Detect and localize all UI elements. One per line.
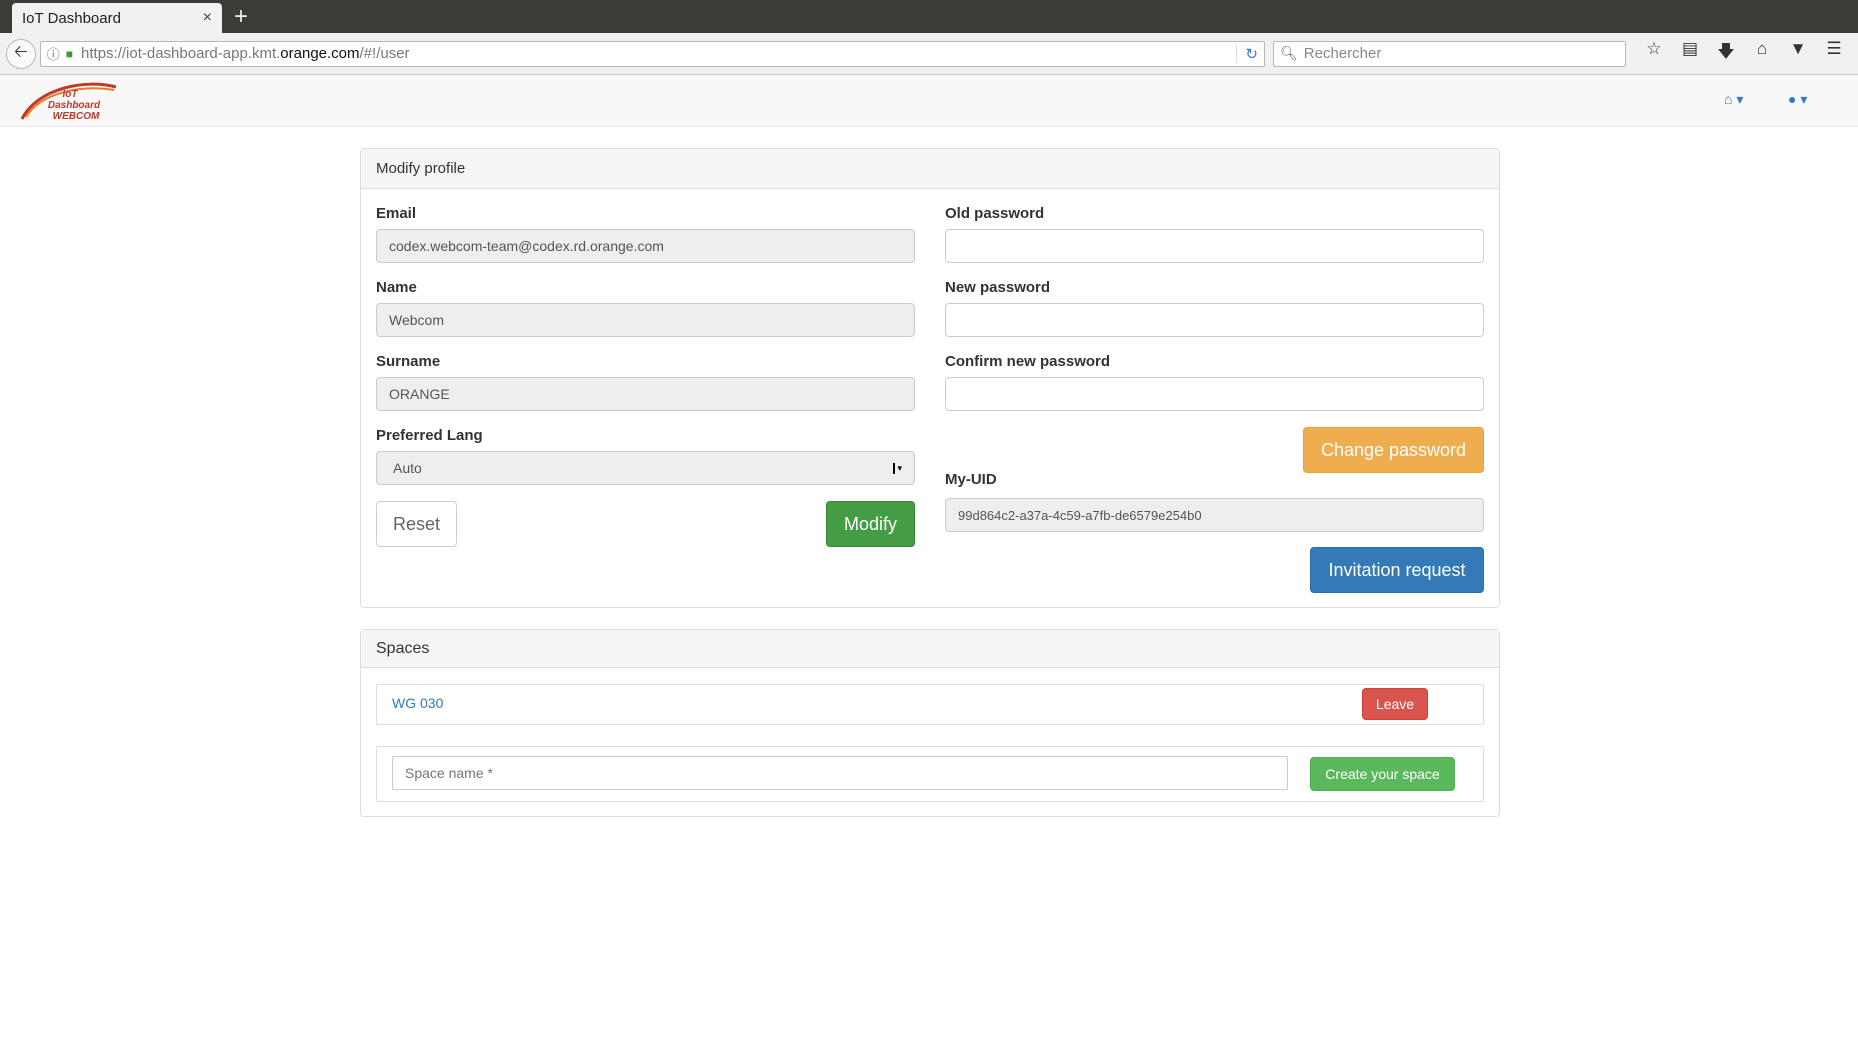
browser-nav-bar: 🡠 ⓘ ■ https://iot-dashboard-app.kmt.oran… (0, 33, 1858, 75)
surname-field[interactable]: ORANGE (376, 377, 915, 411)
search-icon: 🔍︎ (1280, 45, 1298, 61)
uid-label: My-UID (945, 471, 997, 488)
change-password-button[interactable]: Change password (1303, 427, 1484, 473)
lang-select-value: Auto (393, 460, 422, 476)
create-space-form: Create your space (376, 746, 1484, 802)
tab-title: IoT Dashboard (22, 9, 121, 27)
logo-line1: IoT (63, 89, 79, 100)
uid-field[interactable]: 99d864c2-a37a-4c59-a7fb-de6579e254b0 (945, 498, 1484, 532)
back-arrow-icon[interactable]: 🡠 (6, 38, 36, 69)
confirm-password-input[interactable] (945, 377, 1484, 411)
url-domain: orange.com (280, 45, 360, 62)
browser-tab[interactable]: IoT Dashboard × (12, 3, 222, 33)
iot-dashboard-logo[interactable]: IoT Dashboard WEBCOM (18, 81, 120, 123)
surname-label: Surname (376, 353, 441, 370)
home-icon: ⌂ (1724, 91, 1733, 107)
user-icon: ● (1788, 91, 1797, 107)
reset-button[interactable]: Reset (376, 501, 457, 547)
lang-select[interactable]: Auto ▾ (376, 451, 915, 485)
home-dropdown[interactable]: ⌂ ▾ (1724, 91, 1743, 108)
new-password-input[interactable] (945, 303, 1484, 337)
leave-space-button[interactable]: Leave (1362, 688, 1428, 720)
invitation-request-button[interactable]: Invitation request (1310, 547, 1484, 593)
logo-line3: WEBCOM (53, 111, 100, 122)
create-space-button[interactable]: Create your space (1310, 757, 1455, 791)
caret-down-icon: ▾ (1800, 91, 1808, 107)
new-password-label: New password (945, 279, 1051, 296)
space-name-input[interactable] (392, 756, 1288, 790)
reload-icon[interactable]: ↻ (1236, 44, 1258, 63)
url-text: https://iot-dashboard-app.kmt.orange.com… (81, 45, 1236, 62)
modify-profile-panel: Modify profile Email codex.webcom-team@c… (360, 148, 1500, 608)
spaces-panel: Spaces WG 030 Leave Create your space (360, 629, 1500, 817)
app-navbar: IoT Dashboard WEBCOM ⌂ ▾ ● ▾ (0, 75, 1858, 127)
name-field[interactable]: Webcom (376, 303, 915, 337)
email-label: Email (376, 205, 417, 222)
lock-icon[interactable]: ■ (66, 47, 73, 61)
download-icon[interactable]: 🡇 (1708, 39, 1744, 68)
reading-list-icon[interactable]: ▤ (1672, 39, 1708, 68)
bookmark-star-icon[interactable]: ☆ (1636, 39, 1672, 68)
browser-toolbar: ☆ ▤ 🡇 ⌂ ▼ ☰ (1636, 39, 1852, 68)
user-dropdown[interactable]: ● ▾ (1788, 91, 1807, 108)
browser-tab-bar: IoT Dashboard × + (0, 0, 1858, 33)
new-tab-button[interactable]: + (234, 2, 248, 32)
email-field[interactable]: codex.webcom-team@codex.rd.orange.com (376, 229, 915, 263)
logo-line2: Dashboard (48, 100, 101, 111)
old-password-input[interactable] (945, 229, 1484, 263)
menu-icon[interactable]: ☰ (1816, 39, 1852, 68)
caret-down-icon: ▾ (1736, 91, 1744, 107)
select-arrow-icon: ▾ (893, 462, 902, 474)
name-label: Name (376, 279, 417, 296)
search-placeholder: Rechercher (1303, 45, 1382, 62)
old-password-label: Old password (945, 205, 1045, 222)
url-suffix: /#!/user (359, 45, 410, 62)
home-icon[interactable]: ⌂ (1744, 39, 1780, 68)
url-bar[interactable]: ⓘ ■ https://iot-dashboard-app.kmt.orange… (39, 40, 1265, 67)
confirm-password-label: Confirm new password (945, 353, 1111, 370)
lang-label: Preferred Lang (376, 427, 483, 444)
browser-search-bar[interactable]: 🔍︎ Rechercher (1273, 40, 1626, 67)
url-prefix: https://iot-dashboard-app.kmt. (81, 45, 281, 62)
tab-close-icon[interactable]: × (203, 9, 212, 27)
space-link[interactable]: WG 030 (392, 695, 443, 711)
profile-heading: Modify profile (361, 149, 1499, 189)
pocket-icon[interactable]: ▼ (1780, 39, 1816, 68)
spaces-heading: Spaces (361, 630, 1499, 668)
info-icon[interactable]: ⓘ (47, 44, 60, 63)
space-list-item: WG 030 Leave (376, 684, 1484, 725)
modify-button[interactable]: Modify (826, 501, 915, 547)
